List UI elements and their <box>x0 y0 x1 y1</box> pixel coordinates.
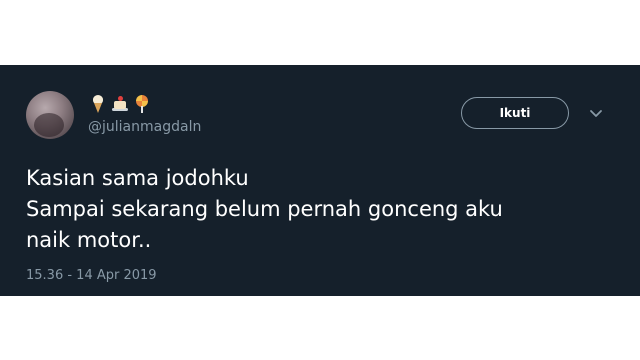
cake-icon <box>110 94 130 114</box>
username[interactable]: @julianmagdaln <box>88 119 201 135</box>
tweet-card: @julianmagdaln Ikuti Kasian sama jodohku… <box>0 65 640 296</box>
tweet-text: Kasian sama jodohku Sampai sekarang belu… <box>26 163 616 256</box>
avatar[interactable] <box>26 91 74 139</box>
display-name-emojis <box>88 93 152 115</box>
tweet-text-line: Kasian sama jodohku <box>26 166 249 190</box>
tweet-text-line: Sampai sekarang belum pernah gonceng aku <box>26 197 503 221</box>
ice-cream-icon <box>88 94 108 114</box>
lollipop-icon <box>132 94 152 114</box>
chevron-down-icon[interactable] <box>588 105 604 121</box>
timestamp[interactable]: 15.36 - 14 Apr 2019 <box>26 268 157 283</box>
follow-button[interactable]: Ikuti <box>461 97 569 129</box>
tweet-text-line: naik motor.. <box>26 228 152 252</box>
